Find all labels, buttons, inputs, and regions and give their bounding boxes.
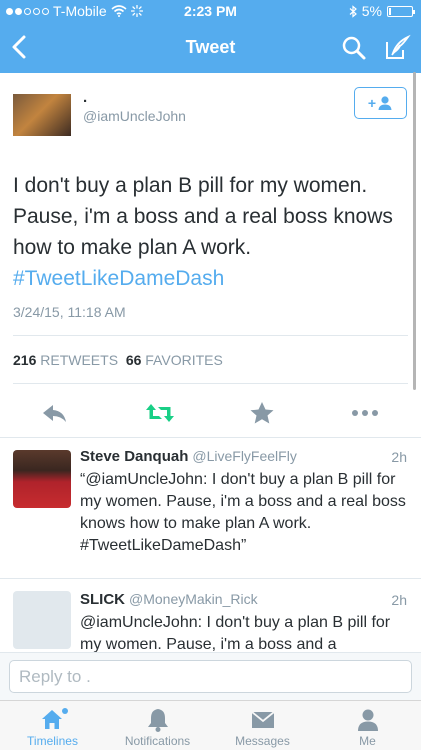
reply-time: 2h (391, 449, 407, 465)
retweet-count-label: RETWEETS (40, 352, 119, 368)
reply-author-name: SLICK (80, 591, 125, 608)
person-icon (358, 709, 378, 731)
battery-icon (387, 5, 415, 17)
tab-label: Timelines (27, 734, 78, 748)
envelope-icon (251, 711, 275, 728)
reply-author-name: Steve Danquah (80, 448, 189, 465)
scrollbar[interactable] (413, 72, 416, 390)
author-display-name[interactable]: . (83, 89, 87, 106)
search-icon[interactable] (341, 35, 367, 61)
bell-icon (148, 709, 168, 732)
person-icon (378, 96, 392, 110)
battery-group: 5% (349, 3, 415, 19)
tab-bar: Timelines Notifications Messages Me (0, 700, 421, 750)
reply-tweet[interactable]: Steve Danquah @LiveFlyFeelFly 2h “@iamUnc… (0, 438, 421, 578)
reply-time: 2h (391, 592, 407, 608)
more-icon[interactable] (350, 401, 380, 425)
retweet-icon[interactable] (145, 401, 175, 425)
status-bar: T-Mobile 2:23 PM 5% (0, 0, 421, 22)
divider (13, 335, 408, 336)
tab-notifications[interactable]: Notifications (105, 701, 210, 750)
favorite-count: 66 (125, 352, 142, 368)
divider (13, 383, 408, 384)
main-tweet: . @iamUncleJohn + I don't buy a plan B p… (0, 73, 421, 438)
reply-author-handle: @MoneyMakin_Rick (129, 591, 258, 607)
tweet-actions (0, 393, 421, 431)
tweet-body: I don't buy a plan B pill for my women. … (13, 174, 393, 259)
avatar[interactable] (13, 591, 71, 649)
reply-input[interactable]: Reply to . (9, 660, 412, 693)
top-bar: T-Mobile 2:23 PM 5% Tweet (0, 0, 421, 73)
retweet-count: 216 (13, 352, 37, 368)
follow-button[interactable]: + (354, 87, 407, 119)
tweet-timestamp: 3/24/15, 11:18 AM (13, 304, 126, 320)
tab-label: Notifications (124, 734, 191, 748)
favorite-icon[interactable] (247, 401, 277, 425)
favorite-count-label: FAVORITES (145, 352, 223, 368)
reply-author[interactable]: Steve Danquah @LiveFlyFeelFly (80, 448, 297, 465)
hashtag-link[interactable]: #TweetLikeDameDash (13, 267, 224, 290)
avatar[interactable] (13, 450, 71, 508)
reply-text: “@iamUncleJohn: I don't buy a plan B pil… (80, 471, 406, 554)
battery-percent: 5% (361, 3, 382, 19)
compose-icon[interactable] (383, 34, 411, 62)
reply-author-handle: @LiveFlyFeelFly (192, 448, 297, 464)
tweet-text: I don't buy a plan B pill for my women. … (13, 170, 413, 294)
reply-author[interactable]: SLICK @MoneyMakin_Rick (80, 591, 258, 608)
author-handle[interactable]: @iamUncleJohn (83, 108, 186, 124)
tab-label: Messages (235, 734, 290, 748)
reply-text: @iamUncleJohn: I don't buy a plan B pill… (80, 614, 391, 652)
tab-me[interactable]: Me (315, 701, 420, 750)
nav-bar: Tweet (0, 22, 421, 73)
reply-tweet[interactable]: SLICK @MoneyMakin_Rick 2h @iamUncleJohn: … (0, 579, 421, 652)
avatar[interactable] (13, 94, 71, 136)
tweet-stats[interactable]: 216 RETWEETS 66 FAVORITES (13, 352, 223, 368)
tab-label: Me (359, 734, 376, 748)
home-icon (42, 708, 68, 729)
reply-bar: Reply to . (0, 652, 421, 700)
bluetooth-icon (349, 4, 357, 18)
follow-button-label: + (367, 95, 377, 111)
reply-icon[interactable] (39, 401, 69, 425)
tab-messages[interactable]: Messages (210, 701, 315, 750)
tab-timelines[interactable]: Timelines (0, 701, 105, 750)
